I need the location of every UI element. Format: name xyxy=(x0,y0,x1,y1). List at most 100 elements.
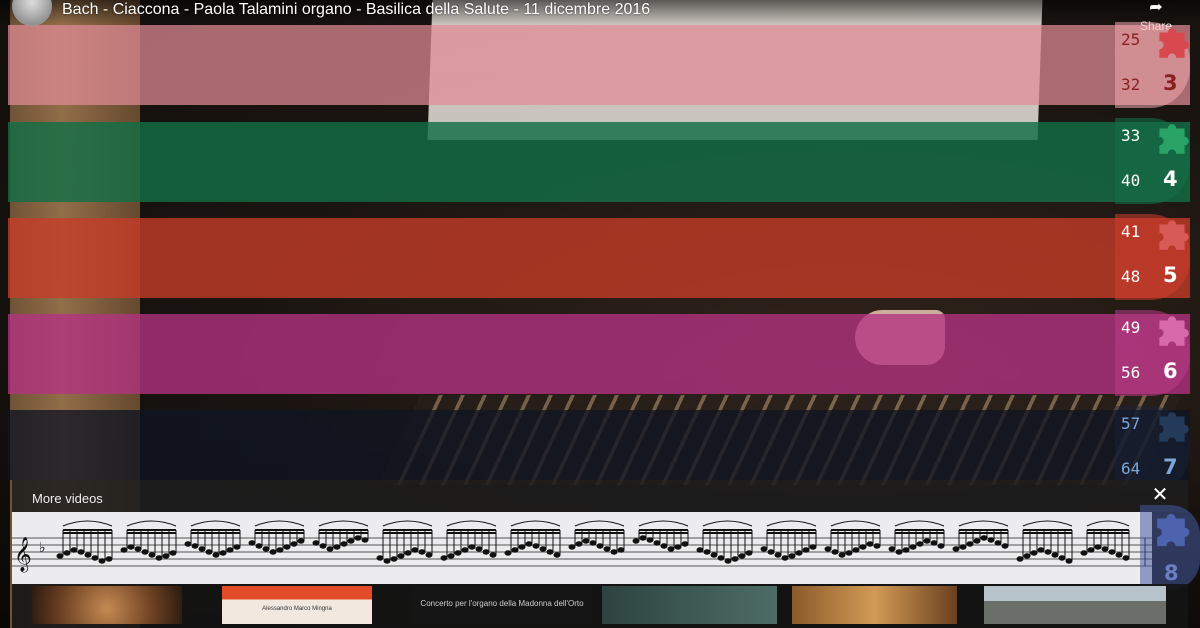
note-head xyxy=(376,555,384,561)
note-head xyxy=(553,552,561,558)
note-head xyxy=(767,549,775,555)
note-head xyxy=(674,544,682,550)
note-slur xyxy=(254,520,305,527)
note-head xyxy=(162,553,170,559)
note-head xyxy=(120,547,128,553)
note-head xyxy=(447,553,455,559)
note-head xyxy=(70,547,78,553)
puzzle-piece-icon xyxy=(1159,124,1189,154)
measure-tab-5[interactable]: 41 48 5 xyxy=(1115,214,1195,300)
note-head xyxy=(226,547,234,553)
note-head xyxy=(731,556,739,562)
note-head xyxy=(326,546,334,552)
note-head xyxy=(980,535,988,541)
related-video-thumbnail[interactable]: Concerto per l'organo della Madonna dell… xyxy=(412,586,592,624)
note-head xyxy=(859,544,867,550)
note-head xyxy=(845,550,853,556)
note-slur xyxy=(446,520,497,527)
thumbnail-caption: Alessandro Marco Mingna xyxy=(262,606,332,612)
note-head xyxy=(959,544,967,550)
flat-sign-icon: ♭ xyxy=(39,540,46,556)
note-head xyxy=(1101,546,1109,552)
measure-tab-6[interactable]: 49 56 6 xyxy=(1115,310,1195,396)
section-number: 5 xyxy=(1163,263,1178,287)
measure-range-start: 33 xyxy=(1121,126,1141,145)
note-head xyxy=(98,558,106,564)
note-head xyxy=(255,543,263,549)
thumbnail-caption: Concerto per l'organo della Madonna dell… xyxy=(420,599,584,608)
note-slur xyxy=(574,520,625,527)
measure-tab-3[interactable]: 25 32 3 xyxy=(1115,22,1195,108)
note-head xyxy=(198,546,206,552)
note-head xyxy=(91,555,99,561)
section-band-6 xyxy=(8,314,1190,394)
note-head xyxy=(333,544,341,550)
note-head xyxy=(888,546,896,552)
puzzle-piece-icon xyxy=(1159,220,1189,250)
puzzle-piece-icon xyxy=(1159,412,1189,442)
note-slur xyxy=(702,520,753,527)
related-video-thumbnail[interactable] xyxy=(984,586,1166,624)
note-head xyxy=(596,543,604,549)
section-number: 4 xyxy=(1163,167,1178,191)
section-band-7 xyxy=(8,410,1190,480)
note-head xyxy=(646,537,654,543)
note-slur xyxy=(1086,520,1130,527)
note-head xyxy=(397,553,405,559)
note-head xyxy=(809,544,817,550)
measure-tab-4[interactable]: 33 40 4 xyxy=(1115,118,1195,204)
note-head xyxy=(212,552,220,558)
note-head xyxy=(930,540,938,546)
note-head xyxy=(276,547,284,553)
note-head xyxy=(1108,549,1116,555)
note-head xyxy=(838,552,846,558)
channel-avatar[interactable] xyxy=(12,0,52,26)
note-head xyxy=(1051,552,1059,558)
note-head xyxy=(660,543,668,549)
related-video-thumbnail[interactable] xyxy=(792,586,957,624)
note-head xyxy=(390,556,398,562)
note-head xyxy=(1037,547,1045,553)
note-head xyxy=(696,547,704,553)
note-head xyxy=(795,550,803,556)
note-head xyxy=(966,541,974,547)
note-head xyxy=(297,538,305,544)
note-head xyxy=(802,547,810,553)
note-head xyxy=(916,541,924,547)
treble-clef-icon: 𝄞 xyxy=(14,537,32,573)
note-head xyxy=(774,552,782,558)
note-head xyxy=(1030,550,1038,556)
measure-range-end: 64 xyxy=(1121,459,1141,478)
note-head xyxy=(475,546,483,552)
note-head xyxy=(1023,553,1031,559)
close-icon[interactable]: ✕ xyxy=(1149,484,1171,506)
measure-range-end: 40 xyxy=(1121,171,1141,190)
note-head xyxy=(1122,555,1130,561)
note-slur xyxy=(62,520,113,527)
note-head xyxy=(703,549,711,555)
note-head xyxy=(532,543,540,549)
note-head xyxy=(312,540,320,546)
note-slur xyxy=(830,520,881,527)
related-video-thumbnail[interactable] xyxy=(32,586,182,624)
score-staff: 𝄞 ♭ xyxy=(12,520,1152,573)
measure-tab-8[interactable]: 8 xyxy=(1140,505,1200,590)
note-head xyxy=(290,541,298,547)
puzzle-piece-icon xyxy=(1157,513,1190,547)
note-head xyxy=(973,538,981,544)
video-title[interactable]: Bach - Ciaccona - Paola Talamini organo … xyxy=(62,1,650,19)
note-head xyxy=(952,546,960,552)
related-video-thumbnail[interactable] xyxy=(602,586,777,624)
note-head xyxy=(262,546,270,552)
note-head xyxy=(184,541,192,547)
note-head xyxy=(1087,547,1095,553)
note-head xyxy=(1080,550,1088,556)
note-head xyxy=(824,546,832,552)
note-slur xyxy=(510,520,561,527)
note-head xyxy=(760,546,768,552)
puzzle-piece-icon xyxy=(1159,28,1189,58)
note-head xyxy=(63,550,71,556)
note-head xyxy=(169,550,177,556)
related-video-thumbnail[interactable]: Alessandro Marco Mingna xyxy=(222,586,372,624)
note-head xyxy=(141,549,149,555)
